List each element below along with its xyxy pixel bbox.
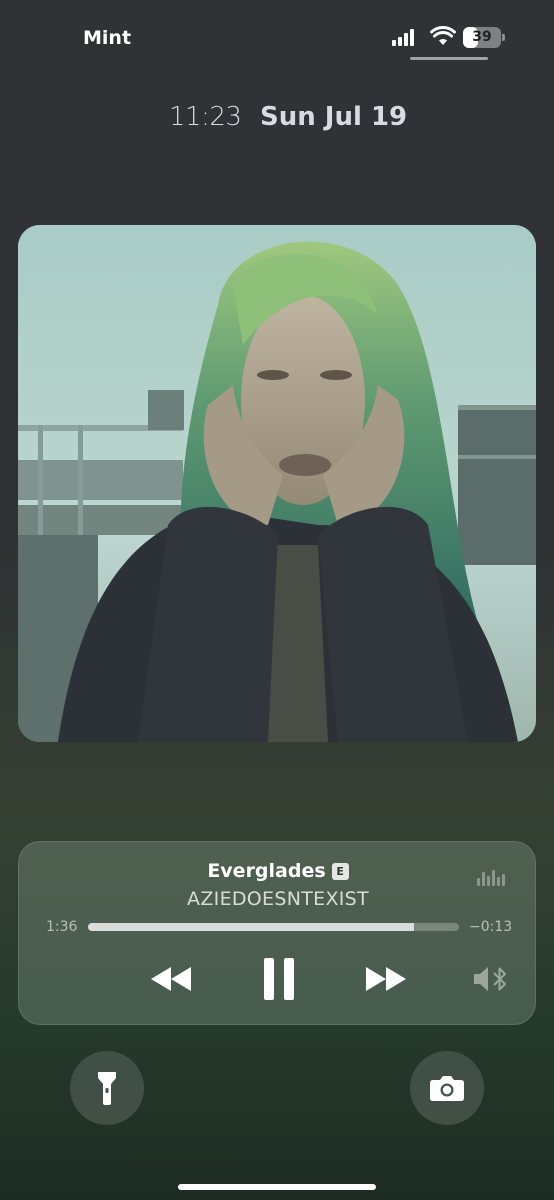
playback-progress <box>88 923 415 931</box>
artist-name: AZIEDOESNTEXIST <box>187 888 369 910</box>
elapsed-time: 1:36 <box>46 919 78 935</box>
wifi-icon <box>430 26 456 45</box>
carrier-name: Mint <box>83 27 132 49</box>
lock-screen-clock: 11:23 Sun Jul 19 <box>0 100 554 140</box>
remaining-time: −0:13 <box>469 919 513 935</box>
pause-button[interactable] <box>249 954 309 1004</box>
battery-indicator: 39 <box>463 27 505 48</box>
song-title: Everglades <box>207 860 326 882</box>
now-playing-widget[interactable]: Everglades E AZIEDOESNTEXIST 1:36 −0:13 <box>18 841 536 1025</box>
cellular-signal-icon <box>392 28 418 46</box>
playback-scrubber[interactable] <box>88 923 459 931</box>
lock-date: Sun Jul 19 <box>260 102 408 132</box>
fast-forward-icon <box>366 967 406 991</box>
album-artwork-image <box>18 225 536 742</box>
control-center-grabber[interactable] <box>410 57 488 60</box>
lock-time: 11:23 <box>169 102 242 132</box>
flashlight-button[interactable] <box>70 1051 144 1125</box>
rewind-button[interactable] <box>139 954 203 1004</box>
pause-icon <box>264 958 294 1000</box>
song-title-row: Everglades E <box>19 860 537 882</box>
home-indicator[interactable] <box>178 1184 376 1190</box>
playback-controls <box>19 954 537 1004</box>
flashlight-icon <box>98 1072 116 1105</box>
album-artwork[interactable] <box>18 225 536 742</box>
audio-waveform-icon <box>477 868 505 886</box>
camera-icon <box>430 1076 464 1101</box>
explicit-badge: E <box>331 863 349 880</box>
bluetooth-speaker-icon <box>474 967 506 991</box>
battery-percentage: 39 <box>472 29 492 45</box>
status-bar: Mint 39 <box>0 0 554 70</box>
fast-forward-button[interactable] <box>354 954 418 1004</box>
rewind-icon <box>151 967 191 991</box>
audio-output-button[interactable] <box>471 954 511 1004</box>
camera-button[interactable] <box>410 1051 484 1125</box>
